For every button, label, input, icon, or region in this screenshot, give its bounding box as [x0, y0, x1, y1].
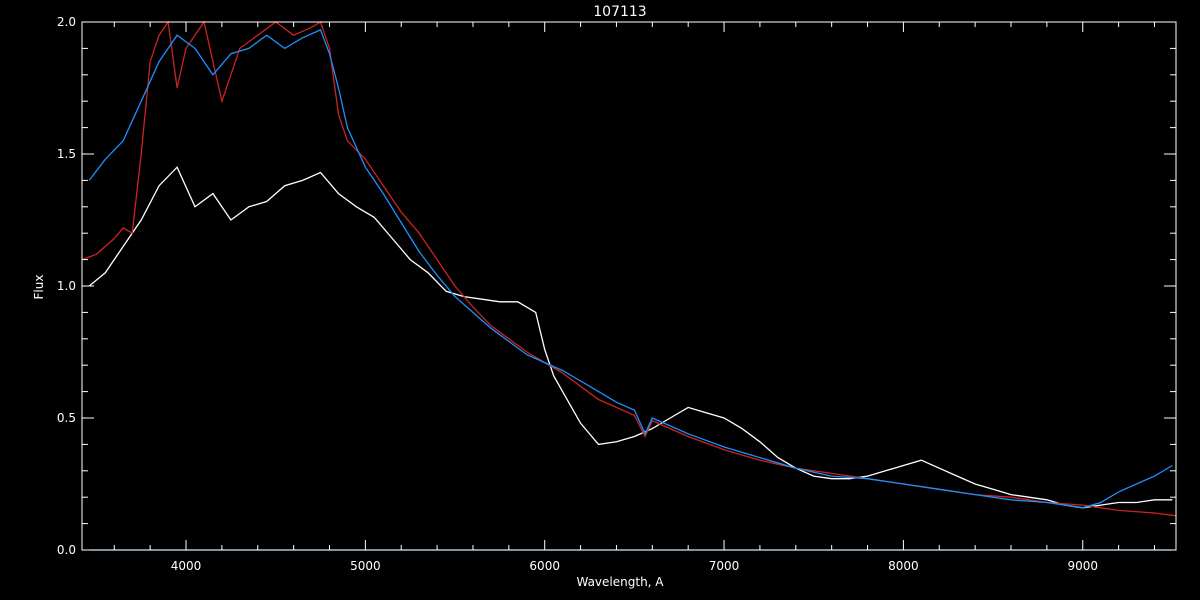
- x-tick-label: 5000: [350, 559, 381, 573]
- y-tick-label: 2.0: [57, 15, 76, 29]
- y-tick-label: 1.0: [57, 279, 76, 293]
- chart-background: [0, 0, 1200, 600]
- y-tick-label: 0.0: [57, 543, 76, 557]
- x-axis-label: Wavelength, A: [576, 575, 664, 589]
- x-tick-label: 4000: [171, 559, 202, 573]
- x-tick-label: 6000: [529, 559, 560, 573]
- x-tick-label: 8000: [888, 559, 919, 573]
- y-axis-label: Flux: [32, 275, 46, 300]
- y-tick-label: 0.5: [57, 411, 76, 425]
- spectrum-chart: 107113 4000 5000 6000 7000 8000 9000 0.0 0.5 1.0…: [0, 0, 1200, 600]
- x-tick-label: 7000: [709, 559, 740, 573]
- y-tick-label: 1.5: [57, 147, 76, 161]
- chart-title: 107113: [593, 4, 646, 20]
- x-tick-label: 9000: [1067, 559, 1098, 573]
